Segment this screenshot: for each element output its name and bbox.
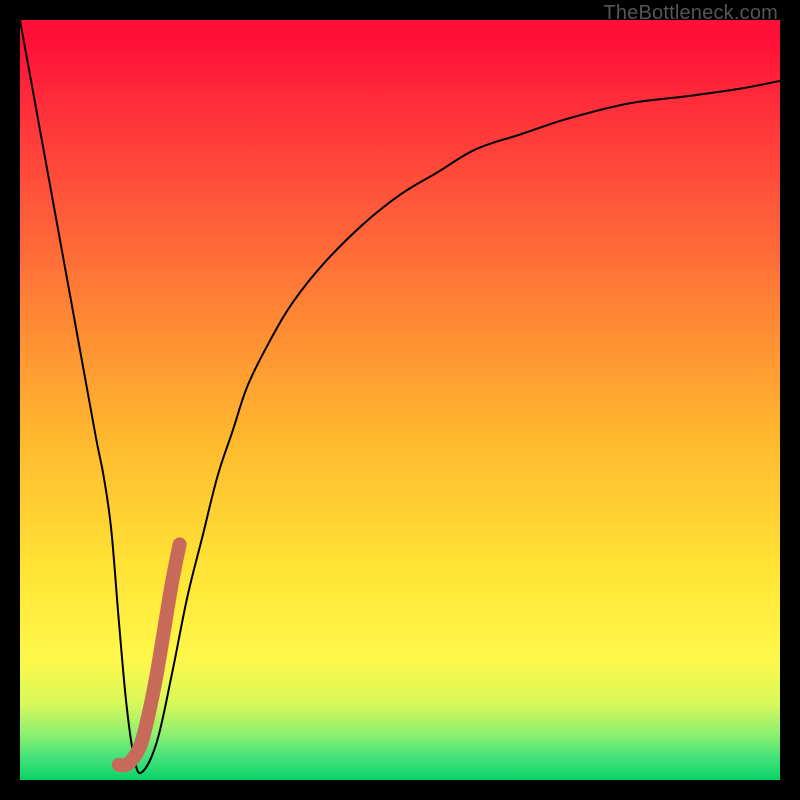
plot-area — [20, 20, 780, 780]
highlight-segment-path — [119, 544, 180, 765]
curve-layer — [20, 20, 780, 780]
bottleneck-curve-path — [20, 20, 780, 773]
chart-frame: TheBottleneck.com — [0, 0, 800, 800]
